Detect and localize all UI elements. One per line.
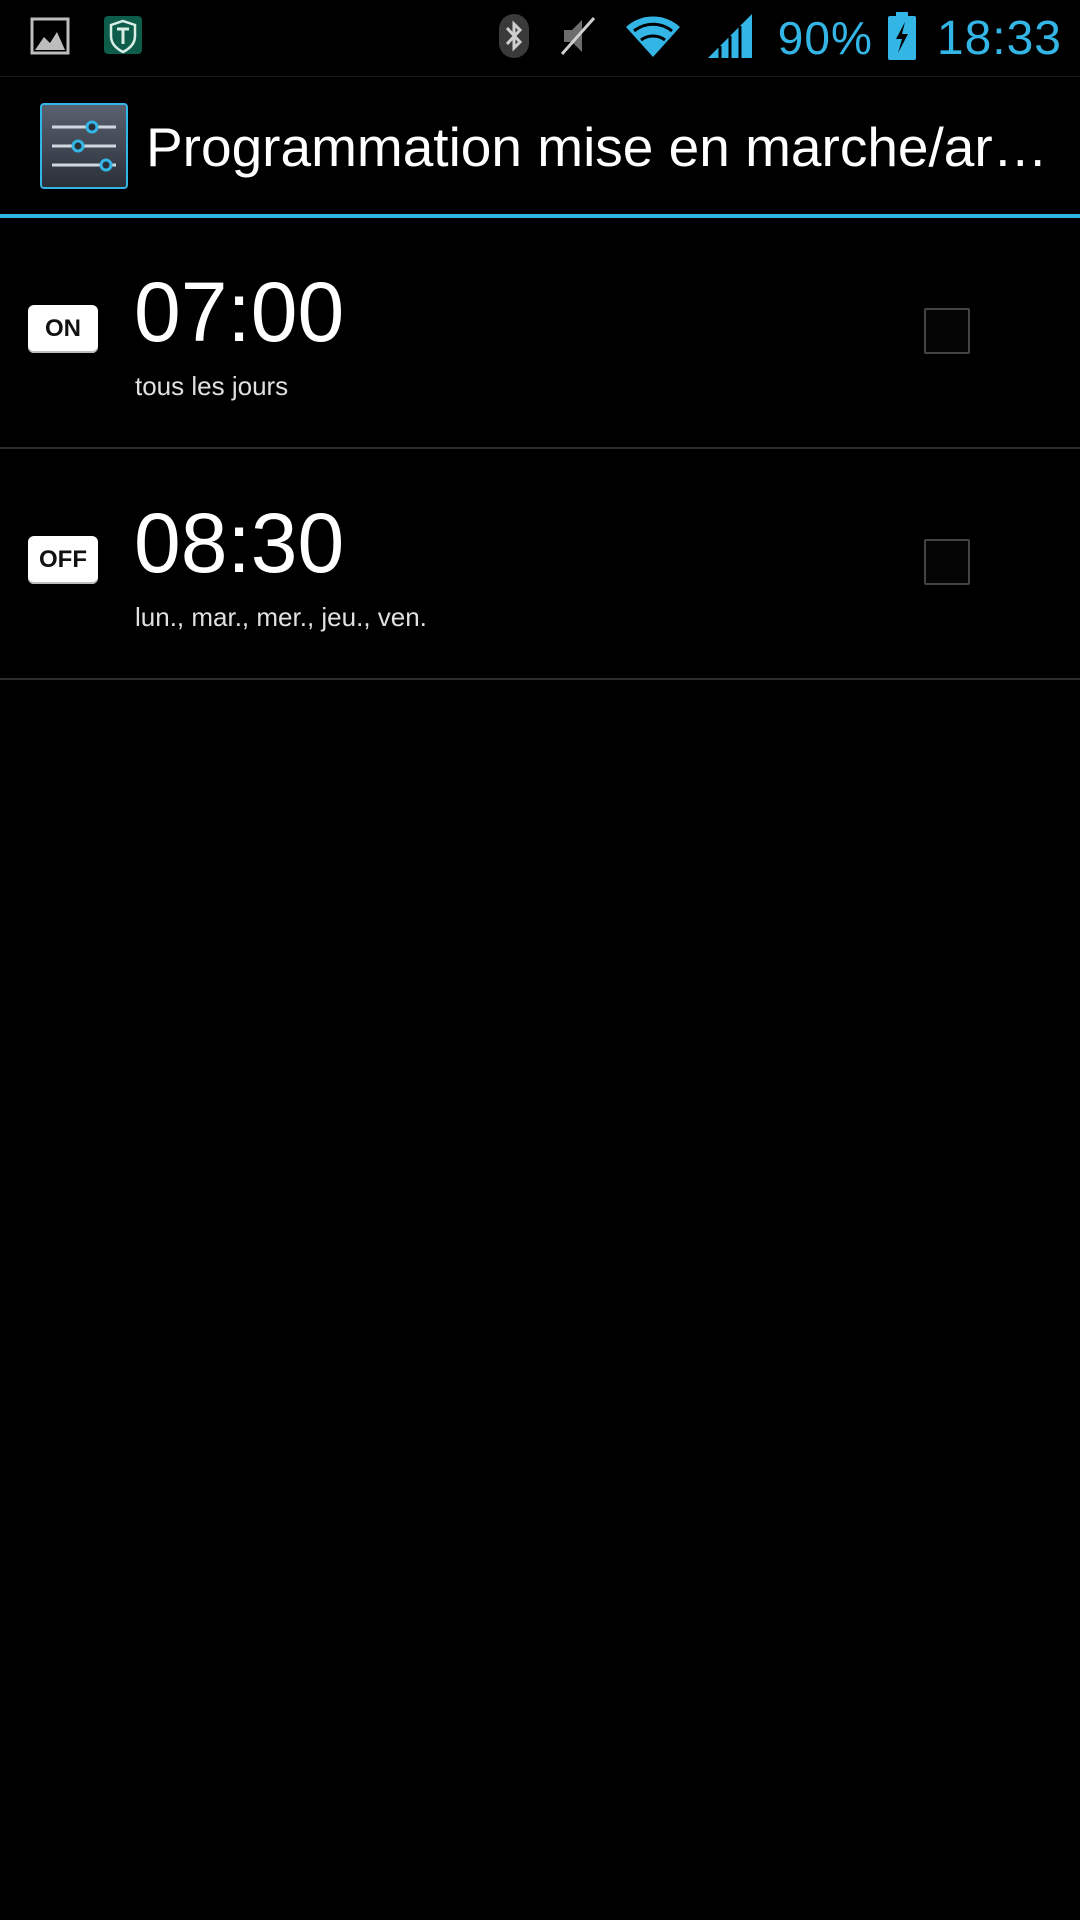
schedule-time: 08:30 [134,496,345,590]
action-bar: Programmation mise en marche/arrêt [0,77,1080,214]
shield-icon [102,14,144,63]
image-icon [30,15,72,62]
wifi-icon [624,13,682,64]
bluetooth-icon [496,12,532,65]
schedule-time: 07:00 [134,265,345,359]
schedule-days: lun., mar., mer., jeu., ven. [135,602,427,632]
clock: 18:33 [936,11,1062,65]
settings-sliders-icon[interactable] [40,103,128,189]
enable-checkbox[interactable] [924,539,970,585]
battery-charging-icon [887,11,917,66]
battery-percent: 90% [777,12,873,64]
list-item[interactable]: OFF 08:30 lun., mar., mer., jeu., ven. [0,449,1080,680]
schedule-days: tous les jours [135,371,289,401]
off-badge: OFF [28,536,98,584]
enable-checkbox[interactable] [924,308,970,354]
status-bar: 90% 18:33 [0,0,1080,77]
list-item[interactable]: ON 07:00 tous les jours [0,218,1080,449]
on-badge: ON [28,305,98,353]
schedule-list: ON 07:00 tous les jours OFF 08:30 lun., … [0,218,1080,680]
signal-icon [706,12,754,65]
vibrate-mute-icon [556,12,600,65]
page-title: Programmation mise en marche/arrêt [146,116,1056,178]
